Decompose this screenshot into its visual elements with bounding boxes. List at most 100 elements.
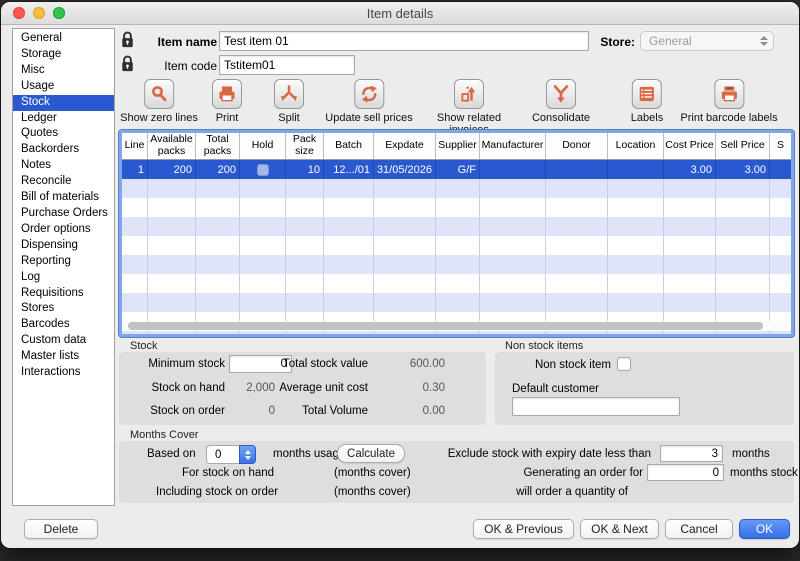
col-header-pack-size[interactable]: Pack size — [286, 133, 324, 159]
table-empty-row — [122, 236, 791, 255]
sidebar-item-stores[interactable]: Stores — [13, 301, 114, 317]
for-stock-on-hand-label: For stock on hand — [182, 467, 274, 479]
stock-lines-table: Line Available packs Total packs Hold Pa… — [119, 130, 794, 337]
generating-order-label: Generating an order for — [491, 467, 643, 479]
col-header-expdate[interactable]: Expdate — [374, 133, 436, 159]
sidebar-item-notes[interactable]: Notes — [13, 158, 114, 174]
lock-icon[interactable] — [120, 54, 135, 79]
sidebar-item-barcodes[interactable]: Barcodes — [13, 317, 114, 333]
total-stock-value-label: Total stock value — [268, 358, 368, 370]
sidebar-item-custom-data[interactable]: Custom data — [13, 333, 114, 349]
sidebar: GeneralStorageMiscUsageStockLedgerQuotes… — [12, 28, 115, 506]
col-header-available-packs[interactable]: Available packs — [148, 133, 196, 159]
sidebar-item-storage[interactable]: Storage — [13, 47, 114, 63]
item-name-input[interactable] — [219, 31, 589, 51]
sidebar-item-stock[interactable]: Stock — [13, 95, 114, 111]
cancel-button[interactable]: Cancel — [665, 519, 733, 539]
invoice-arrow-icon — [454, 79, 484, 109]
col-header-s[interactable]: S — [770, 133, 791, 159]
magnifier-icon — [144, 79, 174, 109]
ok-next-button[interactable]: OK & Next — [580, 519, 659, 539]
table-empty-row — [122, 179, 791, 198]
table-empty-row — [122, 274, 791, 293]
minimum-stock-label: Minimum stock — [125, 358, 225, 370]
barcode-printer-icon — [714, 79, 744, 109]
default-customer-label: Default customer — [512, 383, 599, 395]
hold-checkbox[interactable] — [257, 164, 269, 176]
item-code-input[interactable] — [219, 55, 355, 75]
sidebar-item-order-options[interactable]: Order options — [13, 222, 114, 238]
col-header-location[interactable]: Location — [608, 133, 664, 159]
item-details-window: Item details GeneralStorageMiscUsageStoc… — [1, 2, 799, 548]
store-label: Store: — [593, 35, 635, 49]
col-header-manufacturer[interactable]: Manufacturer — [480, 133, 546, 159]
update-sell-prices-button[interactable]: Update sell prices — [325, 79, 412, 124]
sidebar-item-quotes[interactable]: Quotes — [13, 126, 114, 142]
consolidate-button[interactable]: Consolidate — [532, 79, 590, 124]
col-header-cost-price[interactable]: Cost Price — [664, 133, 716, 159]
labels-button[interactable]: Labels — [631, 79, 663, 124]
exclude-expiry-input[interactable] — [660, 445, 723, 462]
print-button[interactable]: Print — [212, 79, 242, 124]
including-stock-hint: (months cover) — [334, 486, 411, 498]
stock-group-label: Stock — [130, 340, 158, 352]
col-header-hold[interactable]: Hold — [240, 133, 286, 159]
table-empty-row — [122, 198, 791, 217]
based-on-label: Based on — [147, 448, 196, 460]
sidebar-item-bill-of-materials[interactable]: Bill of materials — [13, 190, 114, 206]
lock-icon[interactable] — [120, 30, 135, 55]
print-barcode-labels-button[interactable]: Print barcode labels — [680, 79, 777, 124]
table-header: Line Available packs Total packs Hold Pa… — [122, 133, 791, 160]
show-zero-lines-button[interactable]: Show zero lines — [120, 79, 198, 124]
default-customer-input[interactable] — [512, 397, 680, 416]
col-header-supplier[interactable]: Supplier — [436, 133, 480, 159]
col-header-total-packs[interactable]: Total packs — [196, 133, 240, 159]
store-select-value: General — [649, 34, 692, 48]
split-button[interactable]: Split — [274, 79, 304, 124]
sidebar-item-requisitions[interactable]: Requisitions — [13, 286, 114, 302]
calculate-button[interactable]: Calculate — [337, 444, 405, 463]
col-header-batch[interactable]: Batch — [324, 133, 374, 159]
sidebar-item-usage[interactable]: Usage — [13, 79, 114, 95]
col-header-sell-price[interactable]: Sell Price — [716, 133, 770, 159]
store-select[interactable]: General — [640, 31, 774, 51]
refresh-icon — [354, 79, 384, 109]
sidebar-item-interactions[interactable]: Interactions — [13, 365, 114, 381]
ok-button[interactable]: OK — [739, 519, 790, 539]
sidebar-item-misc[interactable]: Misc — [13, 63, 114, 79]
table-empty-row — [122, 293, 791, 312]
average-unit-cost-value: 0.30 — [395, 382, 445, 394]
scrollbar-thumb[interactable] — [128, 322, 763, 330]
split-arrow-icon — [274, 79, 304, 109]
chevron-updown-icon — [760, 36, 768, 46]
generating-order-input[interactable] — [647, 464, 724, 481]
for-stock-on-hand-hint: (months cover) — [334, 467, 411, 479]
sidebar-item-backorders[interactable]: Backorders — [13, 142, 114, 158]
table-empty-row — [122, 331, 791, 337]
based-on-value: 0 — [206, 445, 239, 464]
stock-on-order-label: Stock on order — [125, 405, 225, 417]
sidebar-item-purchase-orders[interactable]: Purchase Orders — [13, 206, 114, 222]
sidebar-item-reconcile[interactable]: Reconcile — [13, 174, 114, 190]
sidebar-item-ledger[interactable]: Ledger — [13, 111, 114, 127]
printer-icon — [212, 79, 242, 109]
table-row-selected[interactable]: 1 200 200 10 12.../01 31/05/2026 G/F 3.0… — [122, 160, 791, 179]
average-unit-cost-label: Average unit cost — [268, 382, 368, 394]
based-on-stepper[interactable]: 0 — [206, 445, 256, 464]
label-grid-icon — [632, 79, 662, 109]
non-stock-group-label: Non stock items — [505, 340, 583, 352]
col-header-donor[interactable]: Donor — [546, 133, 608, 159]
sidebar-item-general[interactable]: General — [13, 31, 114, 47]
sidebar-item-reporting[interactable]: Reporting — [13, 254, 114, 270]
col-header-line[interactable]: Line — [122, 133, 148, 159]
sidebar-item-log[interactable]: Log — [13, 270, 114, 286]
show-related-invoices-button[interactable]: Show related invoices — [425, 79, 513, 137]
exclude-expiry-unit: months — [732, 448, 770, 460]
delete-button[interactable]: Delete — [24, 519, 98, 539]
sidebar-item-master-lists[interactable]: Master lists — [13, 349, 114, 365]
sidebar-item-dispensing[interactable]: Dispensing — [13, 238, 114, 254]
non-stock-item-checkbox[interactable] — [617, 357, 631, 371]
ok-previous-button[interactable]: OK & Previous — [473, 519, 574, 539]
total-stock-value: 600.00 — [395, 358, 445, 370]
item-name-label: Item name — [139, 35, 217, 49]
